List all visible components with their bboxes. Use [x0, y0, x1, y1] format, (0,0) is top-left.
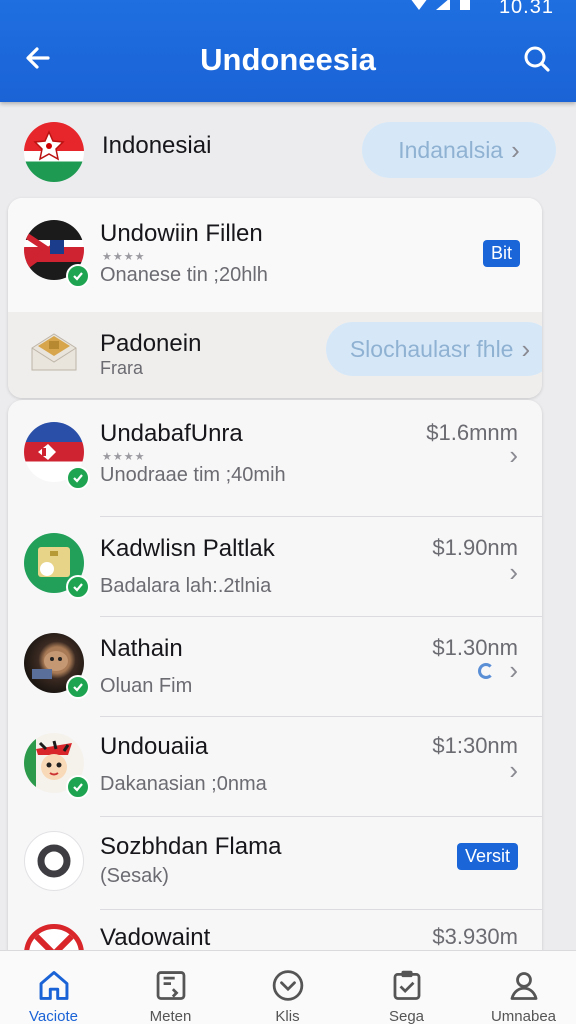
- chevron-right-icon: ›: [521, 333, 531, 364]
- list-item[interactable]: Undouaiia Dakanasian ;0nma $1:30nm ›: [8, 717, 542, 816]
- nav-item-profile[interactable]: Umnabea: [466, 951, 576, 1024]
- price: $1.30nm: [432, 635, 518, 660]
- row-title: Undouaiia: [100, 733, 209, 760]
- status-time: 10.31: [498, 0, 554, 18]
- status-badge: Versit: [456, 843, 518, 870]
- button-label: Slochaulasr fhle: [349, 335, 514, 362]
- row-subtitle: (Sesak): [100, 865, 169, 887]
- row-title: Nathain: [100, 635, 183, 662]
- row-title: Vadowaint: [100, 924, 211, 951]
- list-item[interactable]: Padonein Frara Slochaulasr fhle ›: [8, 312, 542, 398]
- star-emblem-icon: [33, 130, 65, 161]
- price: $1:30nm: [432, 733, 518, 758]
- price: $3.930m: [432, 924, 518, 949]
- price: $1.6mnm: [426, 420, 518, 445]
- sync-icon: [478, 663, 494, 679]
- row-title: Kadwlisn Paltlak: [100, 535, 275, 562]
- list-item[interactable]: Nathain Oluan Fim $1.30nm ›: [8, 617, 542, 716]
- status-badge: Bit: [482, 240, 520, 267]
- nav-label: Vaciote: [29, 1008, 78, 1024]
- verified-check-icon: [66, 675, 90, 699]
- chevron-right-icon: ›: [511, 134, 520, 165]
- verified-check-icon: [66, 466, 90, 490]
- row-title: UndabafUnra: [100, 420, 243, 447]
- clipboard-check-icon: [393, 970, 420, 1000]
- price: $1.90nm: [432, 535, 518, 560]
- rating-stars: ★★★★: [102, 251, 146, 263]
- settings-ring-icon: [37, 844, 71, 878]
- row-subtitle: Badalara lah:.2tlnia: [100, 575, 272, 597]
- app-avatar: [24, 831, 84, 891]
- list-item[interactable]: UndabafUnra ★★★★ Unodraae tim ;40mih $1.…: [8, 400, 542, 516]
- document-icon: [156, 971, 185, 1000]
- envelope-icon: [30, 330, 78, 374]
- nav-item-tasks[interactable]: Sega: [349, 951, 464, 1024]
- person-icon: [510, 972, 537, 1000]
- verified-check-icon: [66, 575, 90, 599]
- search-button[interactable]: [516, 38, 558, 80]
- row-title: Indonesiai: [102, 132, 212, 159]
- row-subtitle: Frara: [100, 358, 144, 378]
- chevron-right-icon: ›: [509, 557, 518, 587]
- select-button[interactable]: Indanalsia ›: [362, 122, 556, 178]
- nav-label: Meten: [149, 1008, 192, 1024]
- row-subtitle: Unodraae tim ;40mih: [100, 464, 286, 486]
- nav-label: Klis: [275, 1008, 300, 1024]
- action-button[interactable]: Slochaulasr fhle ›: [326, 322, 542, 376]
- home-icon: [39, 971, 68, 1000]
- nav-item-home[interactable]: Vaciote: [0, 951, 111, 1024]
- nav-label: Umnabea: [490, 1008, 557, 1024]
- top-country-row[interactable]: Indonesiai Indanalsia ›: [0, 106, 576, 194]
- app-bar: 10.31 Undoneesia: [0, 0, 576, 102]
- flag-avatar: [24, 122, 84, 182]
- verified-check-icon: [66, 775, 90, 799]
- list-item[interactable]: Undowiin Fillen ★★★★ Onanese tin ;20hlh …: [8, 198, 542, 312]
- chevron-right-icon: ›: [509, 755, 518, 785]
- nav-label: Sega: [388, 1008, 425, 1024]
- chevron-right-icon: ›: [509, 440, 518, 470]
- nav-item-favorites[interactable]: Klis: [230, 951, 345, 1024]
- button-label: Indanalsia: [398, 136, 504, 163]
- list-item[interactable]: Sozbhdan Flama (Sesak) Versit: [8, 817, 542, 909]
- bottom-navigation: Vaciote Meten Klis Sega Umnabea: [0, 950, 576, 1024]
- chevron-right-icon: ›: [509, 655, 518, 685]
- row-subtitle: Onanese tin ;20hlh: [100, 264, 268, 286]
- results-list: UndabafUnra ★★★★ Unodraae tim ;40mih $1.…: [8, 400, 542, 960]
- row-title: Undowiin Fillen: [100, 220, 263, 247]
- heart-circle-icon: [272, 970, 303, 1001]
- nav-item-documents[interactable]: Meten: [113, 951, 228, 1024]
- search-icon: [524, 46, 550, 72]
- status-icons: [408, 0, 488, 12]
- page-title: Undoneesia: [200, 42, 376, 77]
- rating-stars: ★★★★: [102, 451, 146, 463]
- row-title: Padonein: [100, 330, 202, 357]
- featured-card: Undowiin Fillen ★★★★ Onanese tin ;20hlh …: [8, 198, 542, 398]
- row-title: Sozbhdan Flama: [100, 833, 282, 860]
- row-subtitle: Oluan Fim: [100, 675, 193, 697]
- row-subtitle: Dakanasian ;0nma: [100, 773, 267, 795]
- list-item[interactable]: Kadwlisn Paltlak Badalara lah:.2tlnia $1…: [8, 517, 542, 616]
- verified-check-icon: [66, 264, 90, 288]
